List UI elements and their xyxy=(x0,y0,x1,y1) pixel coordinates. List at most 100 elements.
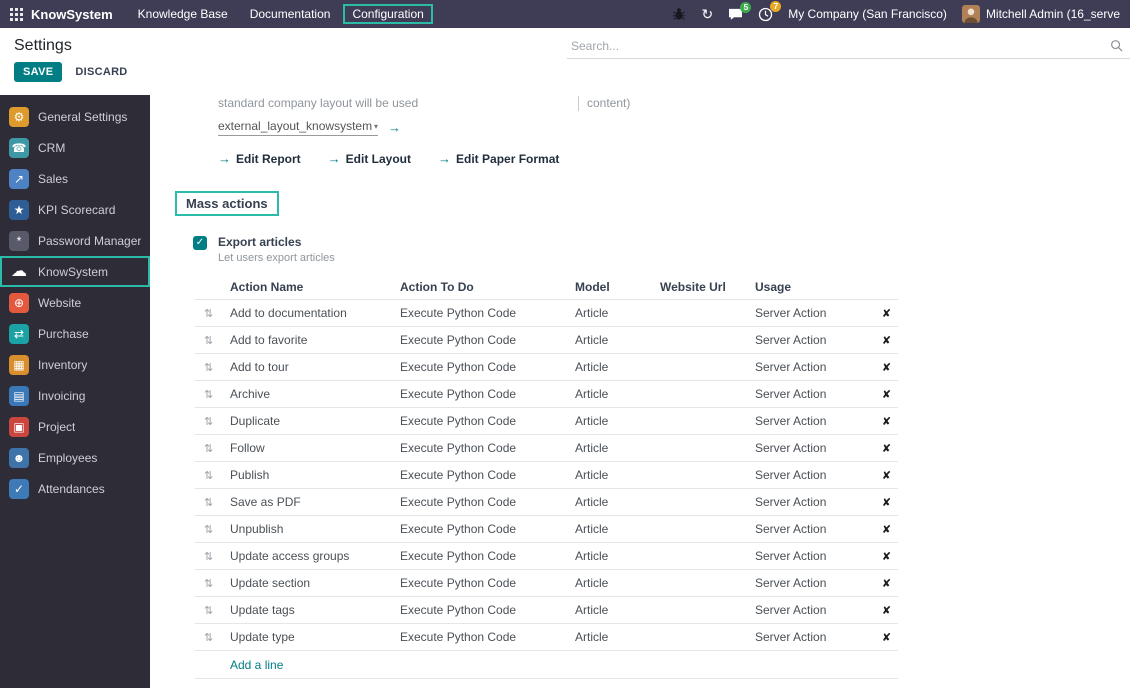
delete-row-icon[interactable]: ✘ xyxy=(875,334,898,347)
cell-action-to-do: Execute Python Code xyxy=(400,333,517,347)
activities-clock-icon[interactable]: 7 xyxy=(758,0,782,22)
sidebar-item-project[interactable]: ▣ Project xyxy=(0,411,150,442)
cell-model: Article xyxy=(575,360,609,374)
drag-handle-icon[interactable]: ⇅ xyxy=(195,415,225,428)
top-navbar: KnowSystem Knowledge Base Documentation … xyxy=(0,0,1130,28)
layout-select[interactable]: external_layout_knowsystem ▾ xyxy=(218,119,378,136)
drag-handle-icon[interactable]: ⇅ xyxy=(195,631,225,644)
cell-action-to-do: Execute Python Code xyxy=(400,495,517,509)
user-menu[interactable]: Mitchell Admin (16_serve xyxy=(961,5,1120,23)
company-switcher[interactable]: My Company (San Francisco) xyxy=(788,7,947,21)
sidebar-item-sales[interactable]: ↗ Sales xyxy=(0,163,150,194)
cell-model: Article xyxy=(575,333,609,347)
cell-usage: Server Action xyxy=(755,306,827,320)
messages-badge: 5 xyxy=(740,1,752,13)
discard-button[interactable]: DISCARD xyxy=(75,66,127,78)
table-row: ⇅ Add to favorite Execute Python Code Ar… xyxy=(195,327,898,354)
table-add-row: Add a line xyxy=(195,651,898,679)
edit-report-link[interactable]: → Edit Report xyxy=(218,151,301,166)
drag-handle-icon[interactable]: ⇅ xyxy=(195,442,225,455)
settings-sidebar: ⚙ General Settings ☎ CRM ↗ Sales ★ KPI S… xyxy=(0,95,150,688)
sidebar-item-general-settings[interactable]: ⚙ General Settings xyxy=(0,101,150,132)
export-articles-checkbox[interactable]: ✓ xyxy=(193,236,207,250)
delete-row-icon[interactable]: ✘ xyxy=(875,577,898,590)
delete-row-icon[interactable]: ✘ xyxy=(875,631,898,644)
delete-row-icon[interactable]: ✘ xyxy=(875,550,898,563)
drag-handle-icon[interactable]: ⇅ xyxy=(195,307,225,320)
drag-handle-icon[interactable]: ⇅ xyxy=(195,388,225,401)
delete-row-icon[interactable]: ✘ xyxy=(875,604,898,617)
col-header-website-url: Website Url xyxy=(660,279,726,294)
col-header-action-name: Action Name xyxy=(230,279,304,294)
messages-icon[interactable]: 5 xyxy=(728,1,752,21)
sidebar-item-invoicing[interactable]: ▤ Invoicing xyxy=(0,380,150,411)
search-icon[interactable] xyxy=(1110,39,1123,52)
drag-handle-icon[interactable]: ⇅ xyxy=(195,361,225,374)
delete-row-icon[interactable]: ✘ xyxy=(875,415,898,428)
table-row: ⇅ Add to documentation Execute Python Co… xyxy=(195,300,898,327)
delete-row-icon[interactable]: ✘ xyxy=(875,442,898,455)
delete-row-icon[interactable]: ✘ xyxy=(875,307,898,320)
chevron-down-icon: ▾ xyxy=(373,121,378,131)
sidebar-item-label: Sales xyxy=(38,171,69,186)
sidebar-item-crm[interactable]: ☎ CRM xyxy=(0,132,150,163)
delete-row-icon[interactable]: ✘ xyxy=(875,388,898,401)
delete-row-icon[interactable]: ✘ xyxy=(875,523,898,536)
app-name[interactable]: KnowSystem xyxy=(31,7,113,22)
kpi-scorecard-app-icon: ★ xyxy=(9,199,29,220)
menu-documentation[interactable]: Documentation xyxy=(241,4,340,24)
edit-layout-link[interactable]: → Edit Layout xyxy=(328,151,411,166)
sidebar-item-purchase[interactable]: ⇄ Purchase xyxy=(0,318,150,349)
drag-handle-icon[interactable]: ⇅ xyxy=(195,334,225,347)
cell-action-to-do: Execute Python Code xyxy=(400,414,517,428)
purchase-app-icon: ⇄ xyxy=(9,323,29,344)
main-area: ⚙ General Settings ☎ CRM ↗ Sales ★ KPI S… xyxy=(0,95,1130,688)
save-button[interactable]: SAVE xyxy=(14,62,63,82)
drag-handle-icon[interactable]: ⇅ xyxy=(195,523,225,536)
sidebar-item-employees[interactable]: ☻ Employees xyxy=(0,442,150,473)
table-header: Action Name Action To Do Model Website U… xyxy=(195,274,898,300)
cell-usage: Server Action xyxy=(755,603,827,617)
cell-model: Article xyxy=(575,549,609,563)
table-row: ⇅ Add to tour Execute Python Code Articl… xyxy=(195,354,898,381)
internal-link-arrow-icon[interactable]: → xyxy=(388,120,401,135)
sidebar-item-knowsystem[interactable]: ☁ KnowSystem xyxy=(0,256,150,287)
delete-row-icon[interactable]: ✘ xyxy=(875,496,898,509)
refresh-icon[interactable]: ↻ xyxy=(701,7,713,21)
menu-knowledge-base[interactable]: Knowledge Base xyxy=(129,4,237,24)
drag-handle-icon[interactable]: ⇅ xyxy=(195,469,225,482)
navbar-right-cluster: ↻ 5 7 My Company (San Francisco) Mitchel… xyxy=(672,0,1120,23)
col-header-usage: Usage xyxy=(755,279,792,294)
sidebar-item-label: Website xyxy=(38,295,82,310)
table-row: ⇅ Update section Execute Python Code Art… xyxy=(195,570,898,597)
cell-model: Article xyxy=(575,522,609,536)
sidebar-item-inventory[interactable]: ▦ Inventory xyxy=(0,349,150,380)
knowsystem-app-icon: ☁ xyxy=(11,262,27,280)
apps-grid-icon[interactable] xyxy=(10,7,23,21)
settings-content: standard company layout will be used con… xyxy=(150,95,1130,688)
website-app-icon: ⊕ xyxy=(9,292,29,313)
add-a-line-link[interactable]: Add a line xyxy=(225,658,898,672)
cell-action-to-do: Execute Python Code xyxy=(400,576,517,590)
sidebar-item-kpi-scorecard[interactable]: ★ KPI Scorecard xyxy=(0,194,150,225)
activities-badge: 7 xyxy=(770,0,782,12)
drag-handle-icon[interactable]: ⇅ xyxy=(195,604,225,617)
edit-paper-format-link[interactable]: → Edit Paper Format xyxy=(438,151,559,166)
search-input[interactable] xyxy=(567,38,1110,53)
drag-handle-icon[interactable]: ⇅ xyxy=(195,550,225,563)
delete-row-icon[interactable]: ✘ xyxy=(875,469,898,482)
table-row: ⇅ Unpublish Execute Python Code Article … xyxy=(195,516,898,543)
drag-handle-icon[interactable]: ⇅ xyxy=(195,577,225,590)
drag-handle-icon[interactable]: ⇅ xyxy=(195,496,225,509)
cell-action-name: Add to tour xyxy=(230,360,289,374)
delete-row-icon[interactable]: ✘ xyxy=(875,361,898,374)
cell-usage: Server Action xyxy=(755,468,827,482)
sidebar-item-label: KPI Scorecard xyxy=(38,202,116,217)
sidebar-item-label: Purchase xyxy=(38,326,89,341)
cell-usage: Server Action xyxy=(755,576,827,590)
menu-configuration[interactable]: Configuration xyxy=(343,4,433,24)
sidebar-item-password-manager[interactable]: * Password Manager xyxy=(0,225,150,256)
sidebar-item-attendances[interactable]: ✓ Attendances xyxy=(0,473,150,504)
debug-bug-icon[interactable] xyxy=(672,7,686,21)
sidebar-item-website[interactable]: ⊕ Website xyxy=(0,287,150,318)
